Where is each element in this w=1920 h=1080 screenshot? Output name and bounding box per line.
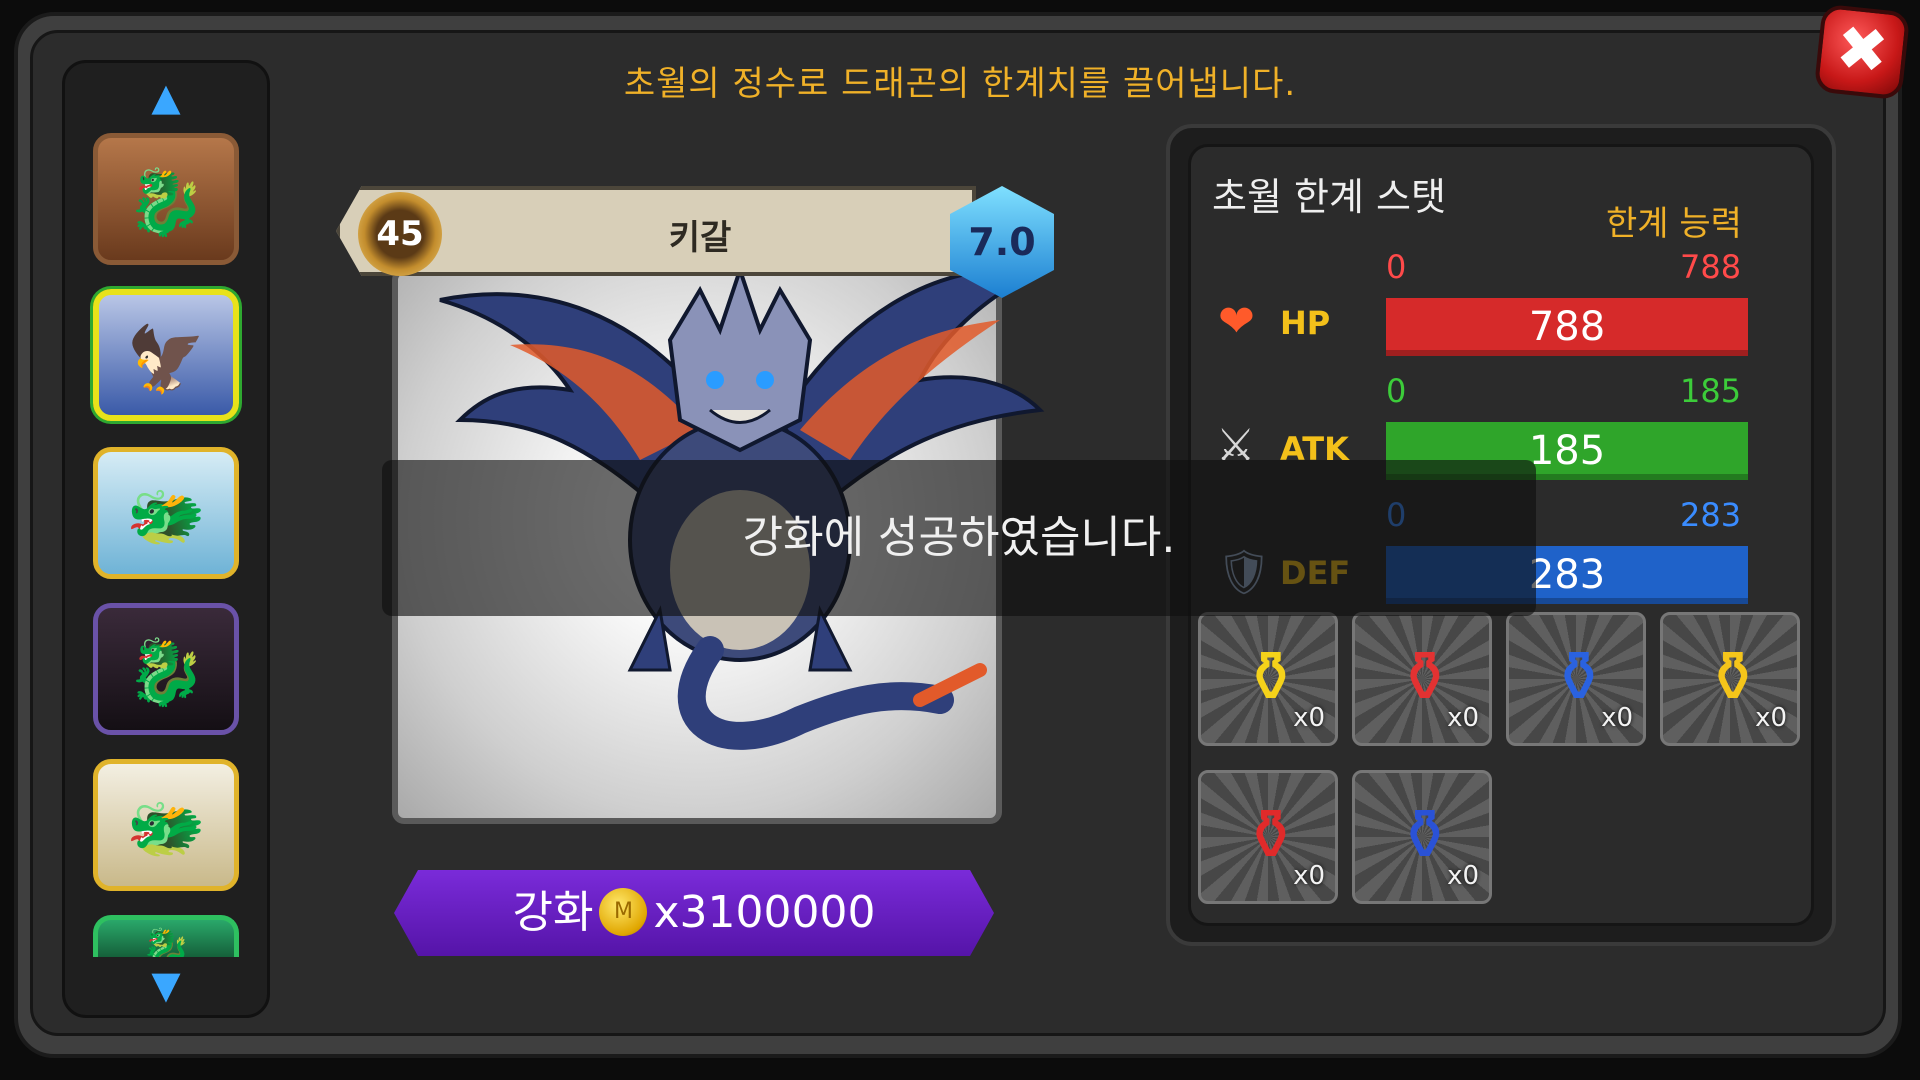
page-subtitle: 초월의 정수로 드래곤의 한계치를 끌어냅니다. xyxy=(623,64,1297,104)
essence-count: x0 xyxy=(1755,703,1787,733)
dragon-portrait-green-icon: 🐉 xyxy=(141,927,191,957)
atk-min: 0 xyxy=(1386,372,1407,410)
success-toast: 강화에 성공하였습니다. xyxy=(382,460,1536,616)
close-button[interactable]: ✖ xyxy=(1813,3,1911,101)
enhance-label: 강화 xyxy=(512,887,594,938)
essence-slot[interactable]: ⚱ x0 xyxy=(1506,612,1646,746)
dragon-list-item[interactable]: 🐲 xyxy=(93,759,239,891)
dragon-list-item[interactable]: 🐉 xyxy=(93,133,239,265)
essence-count: x0 xyxy=(1293,861,1325,891)
close-x-icon: ✖ xyxy=(1832,10,1892,89)
gold-coin-icon: M xyxy=(599,888,648,936)
dragon-level-badge: 45 xyxy=(358,192,442,276)
dragon-portrait-ice-icon: 🐲 xyxy=(126,480,206,554)
stat-panel-title: 초월 한계 스탯 xyxy=(1212,175,1446,219)
essence-slot[interactable]: ⚱ x0 xyxy=(1660,612,1800,746)
dragon-list-item[interactable]: 🐉 xyxy=(93,915,239,957)
essence-slot[interactable]: ⚱ x0 xyxy=(1352,612,1492,746)
hp-max: 788 xyxy=(1680,248,1742,286)
hp-min: 0 xyxy=(1386,248,1407,286)
dragon-portrait-dark-icon: 🐉 xyxy=(126,636,206,710)
dragon-portrait-white-gold-icon: 🐲 xyxy=(126,792,206,866)
dragon-portrait-kigal-icon: 🦅 xyxy=(126,323,206,397)
dragon-list-item-selected[interactable]: 🦅 xyxy=(93,289,239,421)
dragon-list-item[interactable]: 🐉 xyxy=(93,603,239,735)
essence-slot[interactable]: ⚱ x0 xyxy=(1352,770,1492,904)
hp-label: HP xyxy=(1280,304,1331,342)
enhance-button[interactable]: 강화 Mx3100000 xyxy=(394,870,994,956)
heart-icon: ❤ xyxy=(1218,296,1255,347)
dragon-list-item[interactable]: 🐲 xyxy=(93,447,239,579)
essence-count: x0 xyxy=(1601,703,1633,733)
essence-slot[interactable]: ⚱ x0 xyxy=(1198,612,1338,746)
scroll-up-arrow-icon[interactable]: ▲ xyxy=(65,75,267,119)
limit-ability-label: 한계 능력 xyxy=(1606,204,1742,244)
dragon-list-panel[interactable]: ▲ 🐉 🦅 🐲 🐉 🐲 🐉 ▼ xyxy=(62,60,270,1018)
essence-count: x0 xyxy=(1447,703,1479,733)
def-max: 283 xyxy=(1680,496,1742,534)
essence-count: x0 xyxy=(1447,861,1479,891)
dragon-name: 키갈 xyxy=(668,218,732,258)
hp-bar: 788 xyxy=(1386,298,1748,356)
dragon-portrait-brown-icon: 🐉 xyxy=(126,166,206,240)
essence-count: x0 xyxy=(1293,703,1325,733)
enhance-cost: x3100000 xyxy=(653,887,876,938)
atk-max: 185 xyxy=(1680,372,1742,410)
essence-slot[interactable]: ⚱ x0 xyxy=(1198,770,1338,904)
scroll-down-arrow-icon[interactable]: ▼ xyxy=(65,963,267,1007)
